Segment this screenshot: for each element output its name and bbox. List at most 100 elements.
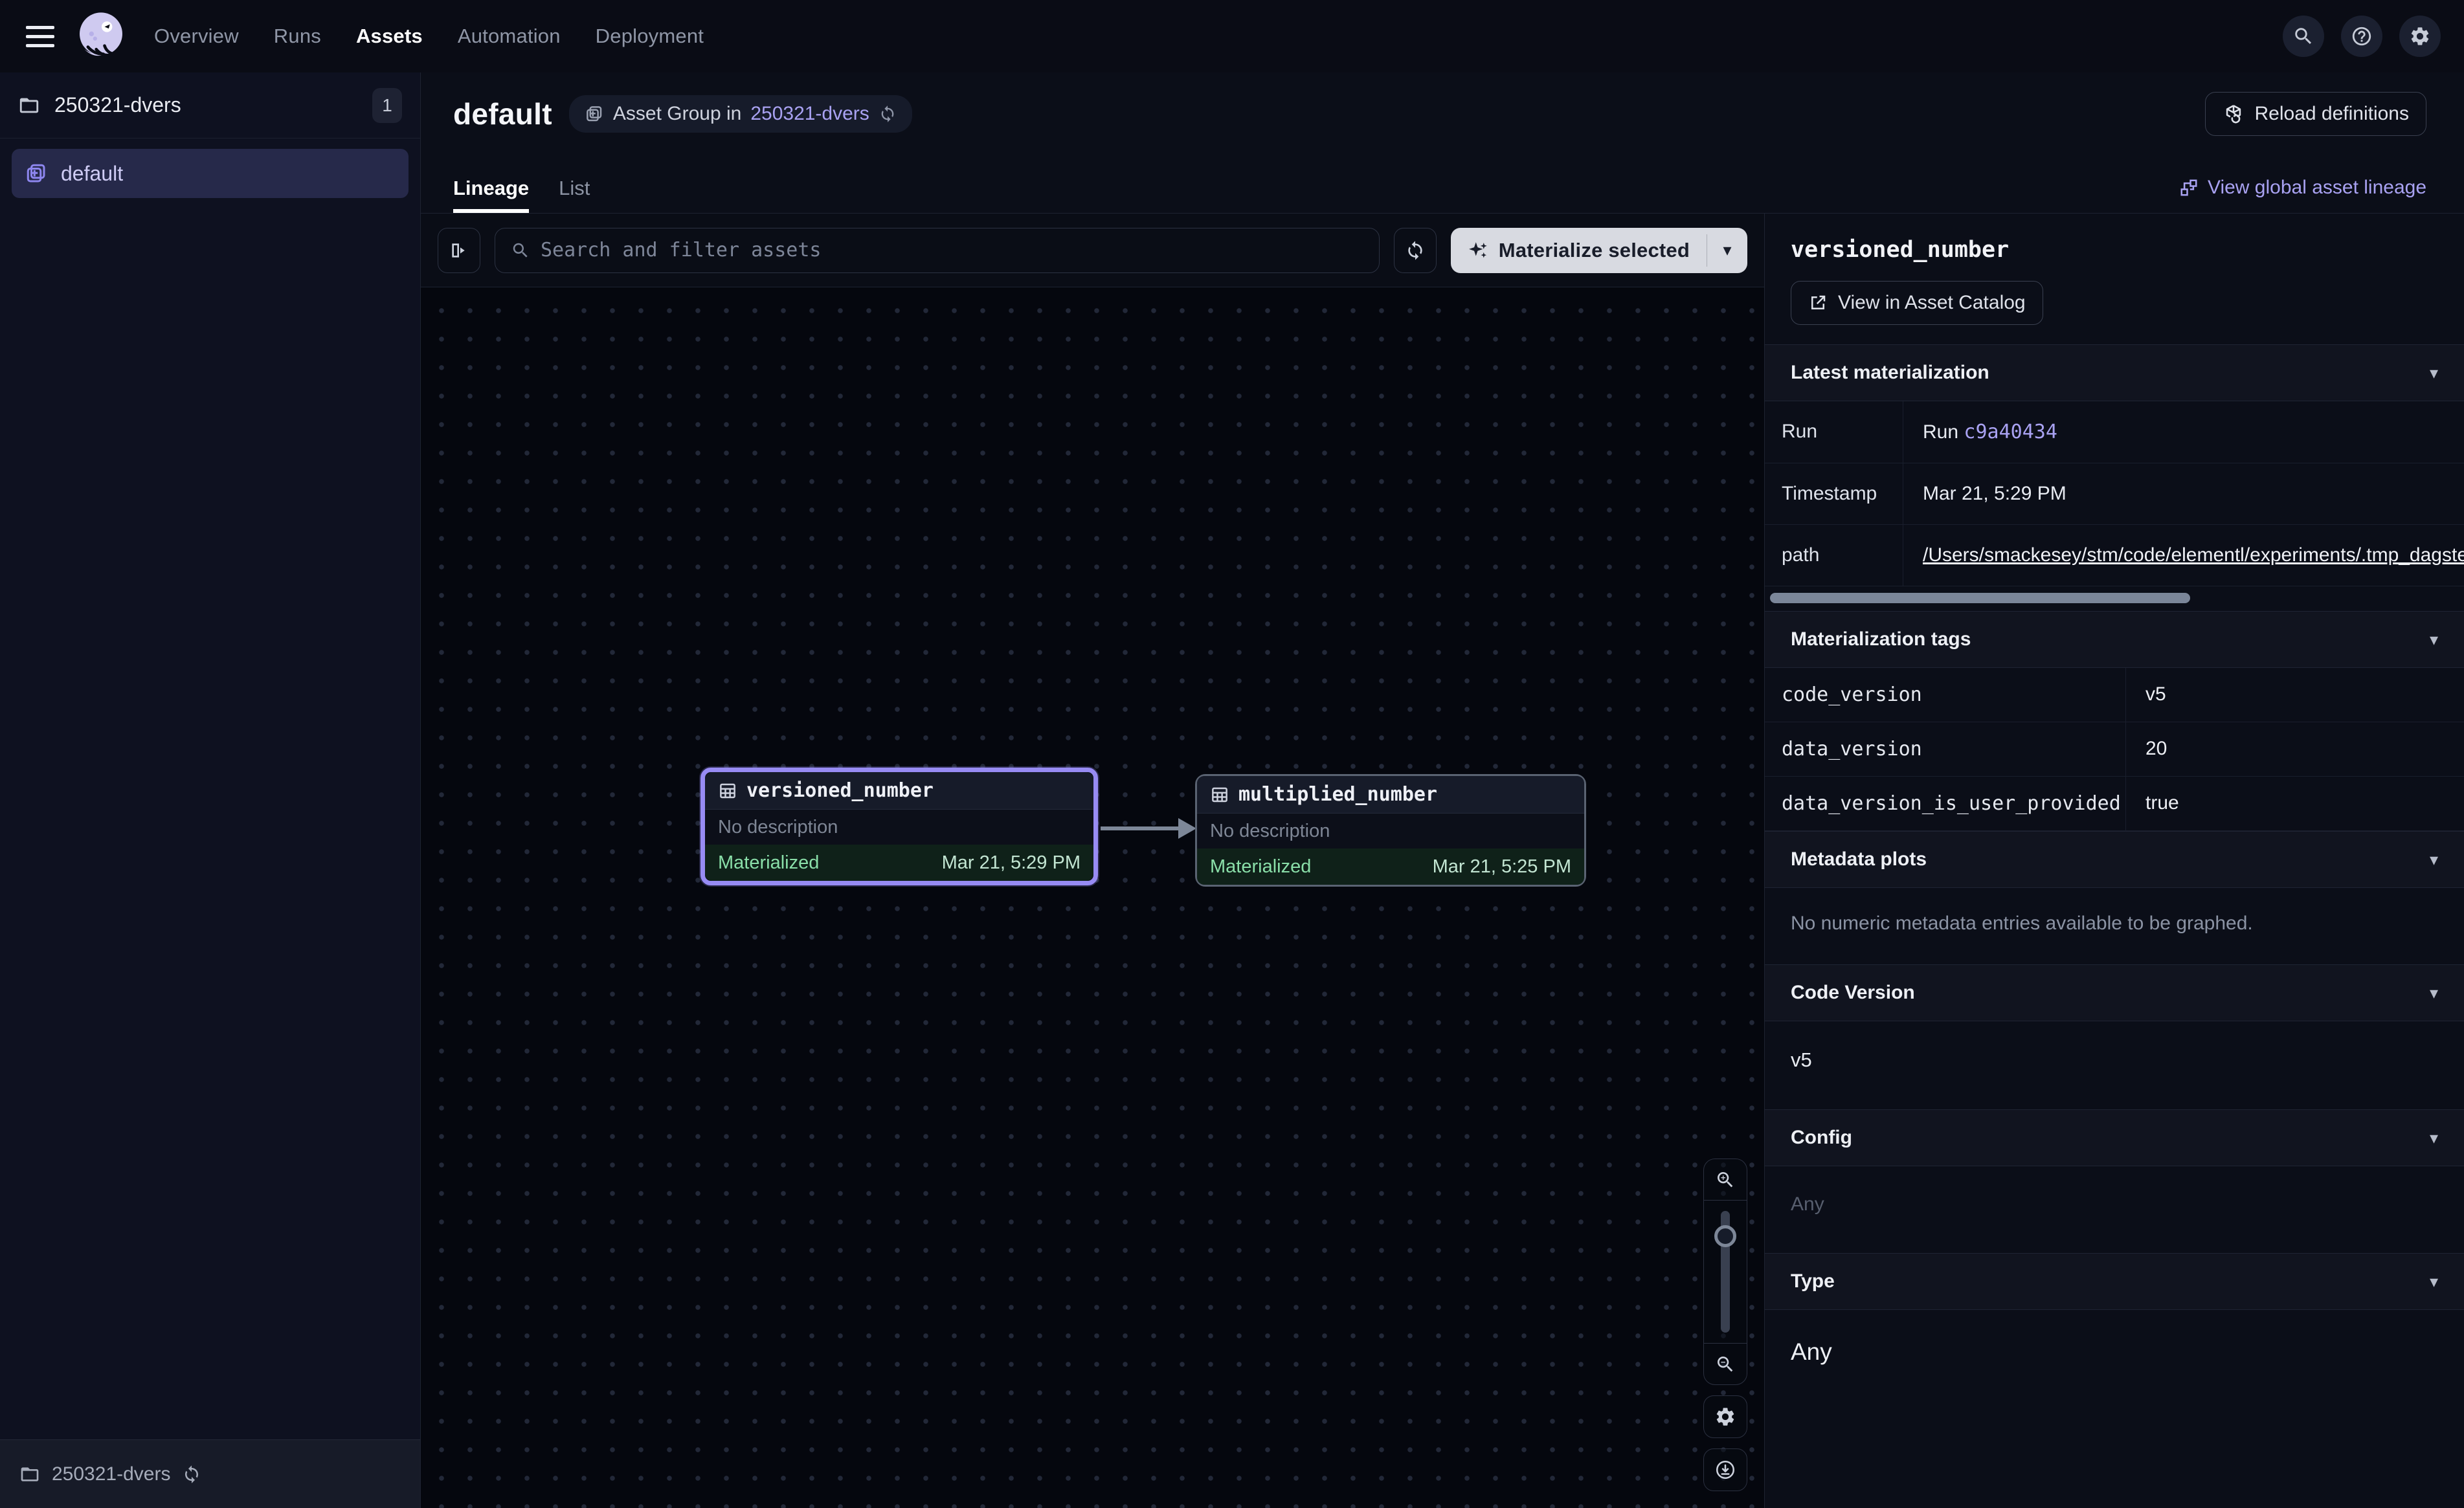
section-config[interactable]: Config ▾ — [1765, 1109, 2464, 1166]
nav-item-automation[interactable]: Automation — [458, 25, 561, 48]
materialize-options-dropdown[interactable]: ▾ — [1707, 228, 1747, 273]
path-link[interactable]: /Users/smackesey/stm/code/elementl/exper… — [1923, 544, 2464, 566]
asset-group-icon — [585, 104, 604, 124]
tab-list[interactable]: List — [559, 177, 590, 213]
search-icon — [2292, 25, 2314, 47]
zoom-slider[interactable] — [1704, 1201, 1747, 1343]
table-row-timestamp: Timestamp Mar 21, 5:29 PM — [1765, 463, 2464, 525]
top-nav: Overview Runs Assets Automation Deployme… — [0, 0, 2464, 72]
table-icon — [1210, 785, 1229, 804]
download-icon — [1714, 1459, 1736, 1481]
materialize-selected-button[interactable]: Materialize selected — [1451, 228, 1707, 273]
panel-open-icon — [449, 240, 469, 261]
chevron-down-icon: ▾ — [2430, 850, 2438, 870]
asset-node-status: Materialized — [718, 852, 819, 874]
asset-details-panel: versioned_number View in Asset Catalog L… — [1765, 214, 2464, 1508]
refresh-graph-button[interactable] — [1394, 228, 1437, 273]
asset-node-timestamp: Mar 21, 5:29 PM — [942, 852, 1081, 874]
folder-icon — [18, 94, 40, 116]
config-value: Any — [1765, 1166, 2464, 1253]
graph-toolbar: Materialize selected ▾ — [421, 214, 1764, 287]
section-latest-materialization[interactable]: Latest materialization ▾ — [1765, 344, 2464, 401]
section-type[interactable]: Type ▾ — [1765, 1253, 2464, 1310]
table-row-data-version-is-user-provided: data_version_is_user_provided true — [1765, 777, 2464, 831]
badge-prefix: Asset Group in — [613, 103, 741, 125]
asset-node-versioned-number[interactable]: versioned_number No description Material… — [700, 768, 1098, 885]
nav-item-assets[interactable]: Assets — [356, 25, 423, 48]
sidebar-item-label: default — [61, 162, 123, 186]
zoom-out-icon — [1715, 1354, 1736, 1375]
sidebar-item-default-group[interactable]: default — [12, 149, 409, 198]
left-sidebar: 250321-dvers 1 default 250321-dvers — [0, 72, 421, 1508]
table-row-code-version: code_version v5 — [1765, 668, 2464, 722]
view-tabs: Lineage List — [453, 177, 590, 213]
chevron-down-icon: ▾ — [2430, 630, 2438, 650]
view-global-asset-lineage-link[interactable]: View global asset lineage — [2179, 177, 2426, 213]
global-lineage-label: View global asset lineage — [2208, 177, 2426, 199]
zoom-in-icon — [1715, 1170, 1736, 1190]
download-graph-button[interactable] — [1703, 1448, 1747, 1491]
view-in-asset-catalog-label: View in Asset Catalog — [1838, 292, 2026, 314]
help-button[interactable] — [2341, 16, 2382, 57]
zoom-out-button[interactable] — [1704, 1343, 1747, 1384]
reload-definitions-button[interactable]: Reload definitions — [2205, 92, 2427, 136]
nav-item-deployment[interactable]: Deployment — [596, 25, 704, 48]
asset-group-icon — [25, 162, 48, 185]
run-id-link[interactable]: c9a40434 — [1964, 421, 2057, 443]
sparkle-icon — [1468, 239, 1490, 261]
asset-group-badge[interactable]: Asset Group in 250321-dvers — [569, 95, 912, 133]
search-button[interactable] — [2283, 16, 2324, 57]
asset-node-status: Materialized — [1210, 856, 1311, 878]
table-icon — [718, 781, 737, 801]
gear-icon — [1714, 1406, 1736, 1428]
asset-node-name: multiplied_number — [1238, 783, 1437, 806]
sync-icon[interactable] — [879, 105, 897, 123]
chevron-down-icon: ▾ — [2430, 1272, 2438, 1292]
reload-definitions-label: Reload definitions — [2255, 103, 2410, 125]
sync-icon — [1405, 240, 1426, 261]
lineage-canvas[interactable]: versioned_number No description Material… — [421, 287, 1764, 1508]
materialize-selected-label: Materialize selected — [1499, 239, 1690, 262]
repo-row[interactable]: 250321-dvers 1 — [0, 72, 420, 139]
gear-icon — [2409, 25, 2431, 47]
lineage-graph-area: Materialize selected ▾ — [421, 214, 1765, 1508]
open-side-panel-button[interactable] — [438, 228, 480, 273]
chevron-down-icon: ▾ — [1723, 240, 1731, 260]
dagster-logo[interactable] — [73, 8, 129, 65]
repo-count-badge: 1 — [372, 88, 402, 123]
lineage-icon — [2179, 178, 2199, 197]
chevron-down-icon: ▾ — [2430, 983, 2438, 1003]
search-icon — [511, 241, 530, 260]
sidebar-footer-repo[interactable]: 250321-dvers — [0, 1439, 420, 1508]
table-row-data-version: data_version 20 — [1765, 722, 2464, 777]
code-version-value: v5 — [1765, 1021, 2464, 1109]
view-in-asset-catalog-button[interactable]: View in Asset Catalog — [1791, 281, 2043, 325]
primary-nav: Overview Runs Assets Automation Deployme… — [154, 25, 704, 48]
asset-node-description: No description — [705, 810, 1093, 845]
graph-controls — [1703, 1159, 1747, 1491]
nav-item-overview[interactable]: Overview — [154, 25, 239, 48]
settings-button[interactable] — [2399, 16, 2441, 57]
zoom-in-button[interactable] — [1704, 1159, 1747, 1201]
section-materialization-tags[interactable]: Materialization tags ▾ — [1765, 611, 2464, 668]
lineage-edge — [1098, 805, 1199, 852]
metadata-plots-empty-text: No numeric metadata entries available to… — [1765, 888, 2464, 964]
graph-settings-button[interactable] — [1703, 1395, 1747, 1438]
type-value: Any — [1765, 1310, 2464, 1404]
tab-lineage[interactable]: Lineage — [453, 177, 529, 213]
badge-repo-link[interactable]: 250321-dvers — [750, 103, 869, 125]
menu-icon[interactable] — [19, 16, 61, 57]
chevron-down-icon: ▾ — [2430, 363, 2438, 383]
section-code-version[interactable]: Code Version ▾ — [1765, 964, 2464, 1021]
materialization-tags-table: code_version v5 data_version 20 data_ver… — [1765, 668, 2464, 831]
search-input[interactable] — [541, 239, 1363, 261]
zoom-slider-thumb[interactable] — [1714, 1225, 1736, 1247]
reload-icon — [2223, 103, 2245, 125]
nav-item-runs[interactable]: Runs — [274, 25, 321, 48]
materialize-selected-split-button: Materialize selected ▾ — [1451, 228, 1747, 273]
section-metadata-plots[interactable]: Metadata plots ▾ — [1765, 831, 2464, 888]
sync-icon[interactable] — [182, 1465, 201, 1484]
asset-node-multiplied-number[interactable]: multiplied_number No description Materia… — [1195, 774, 1586, 887]
external-link-icon — [1808, 293, 1828, 313]
table-horizontal-scrollbar[interactable] — [1765, 586, 2464, 611]
